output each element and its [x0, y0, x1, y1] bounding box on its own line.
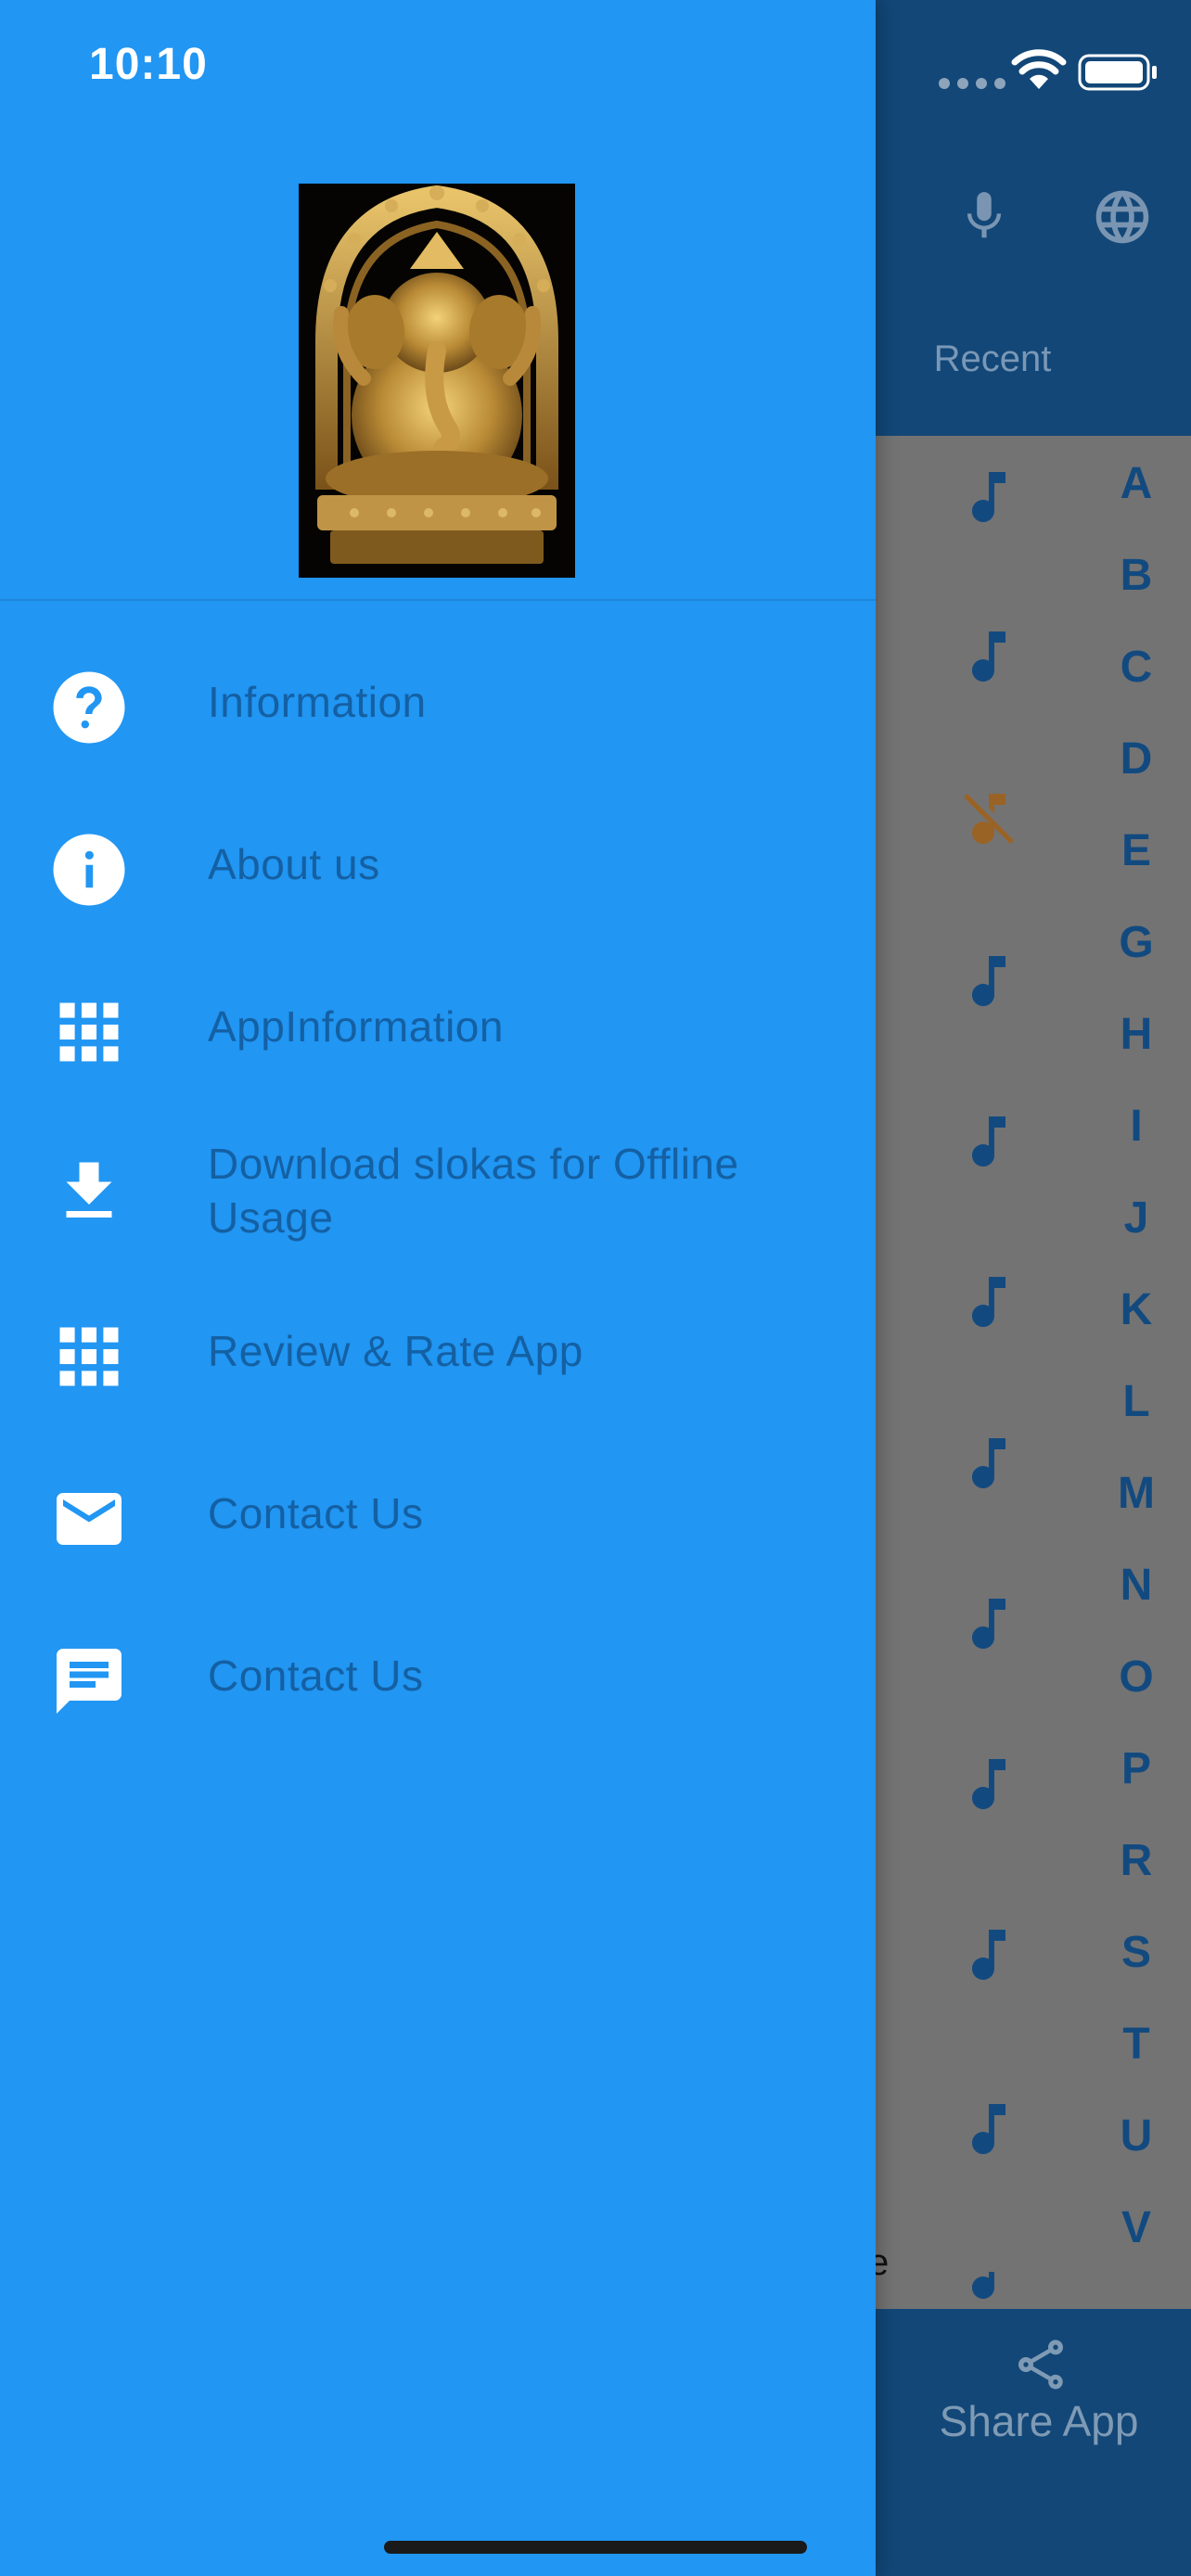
alphabet-index-letter[interactable]: S — [1095, 1925, 1178, 1981]
status-icons — [937, 48, 1187, 99]
music-note-icon — [955, 464, 1022, 538]
menu-item-label: Information — [208, 678, 427, 726]
menu-item-about-us[interactable]: About us — [0, 793, 876, 950]
menu-item-information[interactable]: Information — [0, 631, 876, 788]
alphabet-index-letter[interactable]: L — [1095, 1374, 1178, 1430]
menu-item-label: AppInformation — [208, 1002, 504, 1051]
alphabet-index-letter[interactable]: J — [1095, 1191, 1178, 1246]
alphabet-index-letter[interactable]: H — [1095, 1007, 1178, 1063]
alphabet-index-letter[interactable]: A — [1095, 456, 1178, 512]
menu-item-label: About us — [208, 840, 380, 888]
info-circle-icon — [50, 831, 128, 909]
apps-grid-icon — [50, 1318, 128, 1396]
menu-item-review-rate-app[interactable]: Review & Rate App — [0, 1280, 876, 1437]
download-icon — [50, 1153, 128, 1231]
alphabet-index-letter[interactable]: D — [1095, 732, 1178, 787]
alphabet-index-letter[interactable]: C — [1095, 640, 1178, 695]
music-note-icon — [955, 1921, 1022, 1996]
music-note-icon — [955, 1430, 1022, 1504]
menu-item-label: Download slokas for Offline Usage — [208, 1140, 739, 1242]
menu-item-label: Contact Us — [208, 1651, 424, 1700]
menu-item-appinformation[interactable]: AppInformation — [0, 955, 876, 1113]
tab-recent[interactable]: Recent — [890, 338, 1095, 380]
alphabet-index-letter[interactable]: K — [1095, 1282, 1178, 1338]
chat-icon — [50, 1642, 128, 1720]
music-note-icon — [955, 2096, 1022, 2170]
alphabet-index-letter[interactable]: P — [1095, 1741, 1178, 1797]
alphabet-index-letter[interactable]: O — [1095, 1650, 1178, 1705]
apps-grid-icon — [50, 993, 128, 1071]
alphabet-index-letter[interactable]: E — [1095, 823, 1178, 879]
alphabet-index-letter[interactable]: G — [1095, 915, 1178, 971]
alphabet-index-letter[interactable]: V — [1095, 2200, 1178, 2256]
menu-item-label: Contact Us — [208, 1489, 424, 1537]
music-off-icon — [955, 785, 1022, 860]
menu-item-contact-us[interactable]: Contact Us — [0, 1604, 876, 1762]
alphabet-index-letter[interactable]: M — [1095, 1466, 1178, 1522]
alphabet-index-letter[interactable]: N — [1095, 1558, 1178, 1613]
music-note-icon — [955, 1751, 1022, 1825]
cellular-signal-icon — [939, 78, 1005, 89]
alphabet-index-letter[interactable]: B — [1095, 548, 1178, 604]
mic-icon[interactable] — [955, 184, 1013, 253]
ganesha-idol-image — [299, 184, 575, 578]
globe-icon[interactable] — [1091, 185, 1154, 253]
wifi-icon — [1011, 49, 1067, 89]
help-circle-icon — [50, 669, 128, 746]
share-icon[interactable] — [1011, 2335, 1070, 2399]
home-indicator[interactable] — [384, 2541, 807, 2554]
status-time: 10:10 — [89, 40, 208, 89]
alphabet-index-letter[interactable]: T — [1095, 2017, 1178, 2072]
menu-item-label: Review & Rate App — [208, 1327, 583, 1375]
menu-item-contact-us[interactable]: Contact Us — [0, 1442, 876, 1600]
navigation-drawer: Information About us AppInformation Downloa… — [0, 0, 876, 2576]
alphabet-index-letter[interactable]: R — [1095, 1833, 1178, 1889]
music-note-icon — [955, 1590, 1022, 1664]
alphabet-index-letter[interactable]: I — [1095, 1099, 1178, 1154]
menu-item-download-slokas-for-offline-usage[interactable]: Download slokas for Offline Usage — [0, 1113, 876, 1270]
music-note-icon — [955, 1108, 1022, 1182]
music-note-icon — [955, 948, 1022, 1022]
music-note-icon — [955, 623, 1022, 697]
drawer-header — [0, 0, 876, 601]
mail-icon — [50, 1480, 128, 1558]
alphabet-index-letter[interactable]: U — [1095, 2109, 1178, 2164]
battery-icon — [1078, 54, 1157, 91]
share-app-button[interactable]: Share App — [918, 2396, 1159, 2446]
music-note-icon — [955, 1269, 1022, 1343]
